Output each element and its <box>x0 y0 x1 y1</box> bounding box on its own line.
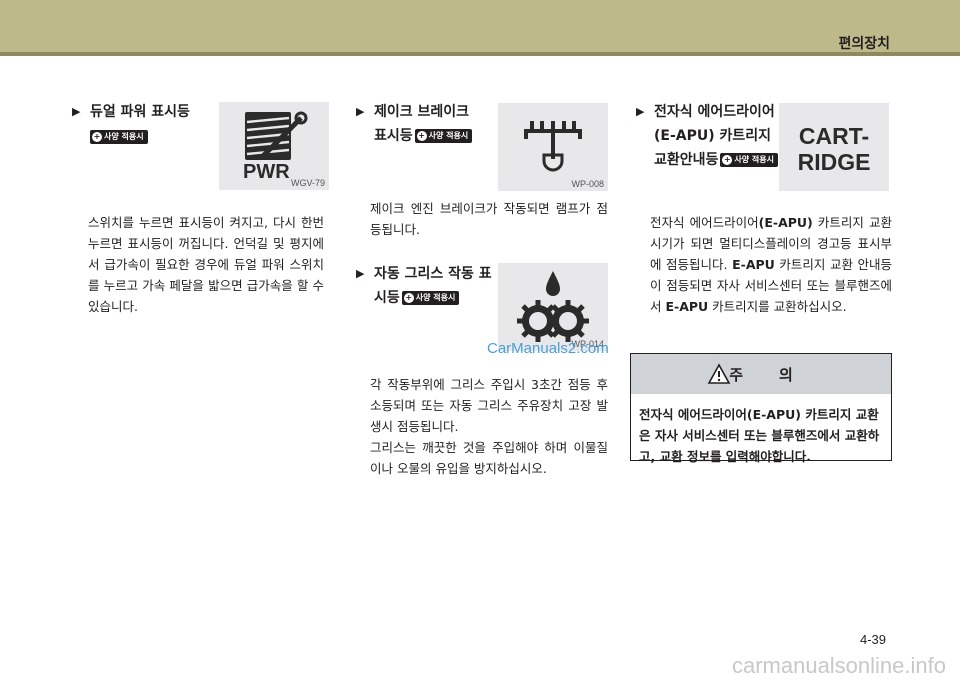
option-badge: + 사양 적용시 <box>90 129 148 144</box>
bullet-arrow-icon: ▶ <box>356 105 365 118</box>
caution-title: 주의 <box>729 366 829 384</box>
jake-brake-description: 제이크 엔진 브레이크가 작동되면 램프가 점등됩니다. <box>370 201 608 237</box>
caution-box: 주의 전자식 에어드라이어(E-APU) 카트리지 교환은 자사 서비스센터 또… <box>630 353 892 464</box>
gear-grease-icon <box>517 271 589 342</box>
header-rule <box>0 52 960 56</box>
cartridge-label-line2: RIDGE <box>797 149 871 175</box>
dual-power-description: 스위치를 누르면 표시등이 켜지고, 다시 한번 누르면 표시등이 꺼집니다. … <box>88 215 324 314</box>
pwr-indicator-figure: PWR WGV-79 <box>219 102 329 190</box>
section-title: 편의장치 <box>838 36 890 52</box>
plus-icon: + <box>403 293 414 303</box>
figure-code: WGV-79 <box>290 178 325 188</box>
plus-icon: + <box>416 131 427 141</box>
option-badge: + 사양 적용시 <box>720 153 778 167</box>
cartridge-label-line1: CART- <box>798 123 870 149</box>
auto-grease-description: 각 작동부위에 그리스 주입시 3초간 점등 후 소등되며 또는 자동 그리스 … <box>370 377 608 476</box>
option-badge: + 사양 적용시 <box>401 291 460 305</box>
option-badge: + 사양 적용시 <box>414 129 473 143</box>
bullet-arrow-icon: ▶ <box>356 267 365 280</box>
bullet-arrow-icon: ▶ <box>636 105 645 118</box>
auto-grease-figure: WP-014 <box>498 263 608 351</box>
watermark: CarManuals2.com <box>487 340 609 357</box>
footer-watermark: carmanualsonline.info <box>731 653 946 678</box>
caution-text: 전자식 에어드라이어(E-APU) 카트리지 교환은 자사 서비스센터 또는 블… <box>639 407 880 464</box>
jake-brake-icon <box>524 121 582 172</box>
pwr-label: PWR <box>243 161 290 183</box>
cartridge-description: 전자식 에어드라이어(E-APU) 카트리지 교환 시기가 되면 멀티디스플레이… <box>650 215 893 314</box>
jake-brake-figure: WP-008 <box>498 103 608 191</box>
pwr-coil-icon: PWR <box>243 111 308 183</box>
plus-icon: + <box>722 155 733 165</box>
figure-code: WP-008 <box>571 179 604 189</box>
bullet-arrow-icon: ▶ <box>72 105 81 118</box>
plus-icon: + <box>92 131 102 142</box>
cartridge-figure: CART- RIDGE <box>779 103 889 191</box>
header-band <box>0 0 960 52</box>
caution-header: 주의 <box>631 354 891 394</box>
page-number: 4-39 <box>859 632 886 647</box>
